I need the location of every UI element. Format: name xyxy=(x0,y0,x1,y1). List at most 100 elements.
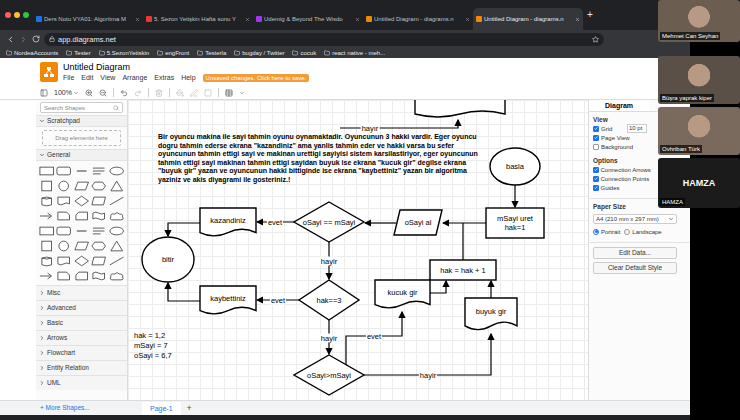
shape-section[interactable]: Advanced xyxy=(36,300,127,315)
hex-shape-icon[interactable] xyxy=(90,240,107,252)
connector[interactable] xyxy=(490,281,491,298)
bookmark[interactable]: bugday / Twitter xyxy=(234,49,284,57)
zoom-level[interactable]: 100% xyxy=(54,88,79,97)
circle-shape-icon[interactable] xyxy=(55,180,72,192)
process-shape[interactable] xyxy=(430,260,496,280)
shape-section[interactable]: Misc xyxy=(36,285,127,300)
cyl-shape-icon[interactable] xyxy=(38,195,55,207)
connector[interactable] xyxy=(430,281,446,293)
orientation-radio[interactable]: Landscape xyxy=(624,228,661,236)
delete-icon[interactable] xyxy=(155,89,163,97)
diamond-shape-icon[interactable] xyxy=(73,195,90,207)
search-shapes-field[interactable]: Search Shapes xyxy=(40,102,123,113)
ellipse-shape-icon[interactable] xyxy=(108,165,125,177)
checkbox[interactable] xyxy=(593,126,599,132)
shape-section[interactable]: Basic xyxy=(36,315,127,330)
close-tab-icon[interactable] xyxy=(575,17,580,22)
menu-item[interactable]: Extras xyxy=(154,73,174,82)
paper-size-select[interactable]: A4 (210 mm x 297 mm) xyxy=(593,214,677,224)
document-shape[interactable] xyxy=(465,298,517,330)
browser-tab[interactable]: Untitled Diagram - diagrams.n xyxy=(363,8,473,30)
variable-notes[interactable]: hak = 1,2mSayi = 7oSayi = 6,7 xyxy=(134,331,172,361)
connector[interactable] xyxy=(168,223,200,236)
cloud-shape-icon[interactable] xyxy=(108,270,125,282)
document-title[interactable]: Untitled Diagram xyxy=(63,62,309,73)
participant-tile[interactable]: Mehmet Can Seyhan xyxy=(658,0,740,42)
text-shape-icon[interactable] xyxy=(73,225,90,237)
para-shape-icon[interactable] xyxy=(73,240,90,252)
maximize-window-icon[interactable] xyxy=(23,12,29,18)
textbox-shape-icon[interactable] xyxy=(90,165,107,177)
redo-icon[interactable] xyxy=(134,89,142,97)
bookmark[interactable]: cocuk xyxy=(292,49,316,57)
bookmark[interactable]: 5.SezonYetiskin xyxy=(99,49,149,57)
browser-tab[interactable]: Udemig & Beyond The Wisdo xyxy=(253,8,363,30)
shape-section[interactable]: UML xyxy=(36,375,127,390)
browser-tab[interactable]: Untitled Diagram - diagrams.n xyxy=(473,8,583,30)
shadow-icon[interactable] xyxy=(204,89,212,97)
checkbox[interactable] xyxy=(593,135,599,141)
option-item[interactable]: Connection Points xyxy=(593,174,647,183)
participant-tile[interactable]: Ovhriban Türk xyxy=(658,107,740,155)
note-shape-icon[interactable] xyxy=(55,210,72,222)
document-shape[interactable] xyxy=(375,280,430,308)
close-tab-icon[interactable] xyxy=(245,17,250,22)
view-option[interactable]: Grid10 pt xyxy=(593,124,647,133)
arrow-shape-icon[interactable] xyxy=(38,210,55,222)
card-shape-icon[interactable] xyxy=(73,210,90,222)
url-field[interactable]: app.diagrams.net xyxy=(44,33,604,46)
checkbox[interactable] xyxy=(593,185,599,191)
arrow-shape-icon[interactable] xyxy=(38,270,55,282)
textbox-shape-icon[interactable] xyxy=(90,225,107,237)
menu-item[interactable]: Help xyxy=(181,73,195,82)
insert-dropdown-icon[interactable] xyxy=(239,90,245,96)
browser-tab[interactable]: 5. Sezon Yetişkin Hafta sonu Y xyxy=(143,8,253,30)
circle-shape-icon[interactable] xyxy=(55,240,72,252)
unsaved-changes-badge[interactable]: Unsaved changes. Click here to save. xyxy=(203,74,310,82)
process-shape[interactable] xyxy=(486,208,544,238)
connector[interactable] xyxy=(462,223,463,260)
page-tab[interactable]: Page-1 xyxy=(142,402,181,415)
connector[interactable] xyxy=(364,334,491,375)
view-option[interactable]: Page View xyxy=(593,133,647,142)
zoom-in-icon[interactable] xyxy=(85,89,93,97)
bookmark[interactable]: NordeaAccounts xyxy=(6,49,58,57)
checkbox[interactable] xyxy=(593,144,599,150)
shape-section[interactable]: Flowchart xyxy=(36,345,127,360)
checkbox[interactable] xyxy=(593,176,599,182)
decision-shape[interactable] xyxy=(299,280,359,320)
bookmark[interactable]: Tester xyxy=(66,49,90,57)
close-tab-icon[interactable] xyxy=(135,17,140,22)
insert-table-icon[interactable] xyxy=(225,89,233,97)
format-panel-toggle-icon[interactable] xyxy=(40,89,48,97)
grid-size-field[interactable]: 10 pt xyxy=(627,124,647,133)
panel-button[interactable]: Edit Data... xyxy=(593,247,677,259)
bookmark[interactable]: react native - meh... xyxy=(324,49,385,57)
connector[interactable] xyxy=(168,283,200,301)
tape-shape-icon[interactable] xyxy=(90,270,107,282)
cloud-shape-icon[interactable] xyxy=(108,210,125,222)
decision-shape[interactable] xyxy=(294,355,364,395)
back-icon[interactable] xyxy=(6,35,15,44)
shape-section[interactable]: Entity Relation xyxy=(36,360,127,375)
io-shape[interactable] xyxy=(394,210,442,235)
io-shape-icon[interactable] xyxy=(90,195,107,207)
close-tab-icon[interactable] xyxy=(465,17,470,22)
fill-color-icon[interactable] xyxy=(176,89,184,97)
card-shape-icon[interactable] xyxy=(73,270,90,282)
line-color-icon[interactable] xyxy=(190,89,198,97)
close-tab-icon[interactable] xyxy=(355,17,360,22)
view-option[interactable]: Background xyxy=(593,142,647,151)
connector[interactable] xyxy=(340,120,458,128)
round-shape-icon[interactable] xyxy=(55,165,72,177)
menu-item[interactable]: Arrange xyxy=(122,73,147,82)
participant-tile[interactable]: Büşra yaprak kiper xyxy=(658,56,740,104)
add-page-button[interactable]: + xyxy=(187,403,192,414)
diagram-canvas[interactable]: Bir oyuncu makina ile sayi tahmin oyunu … xyxy=(128,100,588,400)
reload-icon[interactable] xyxy=(32,35,40,43)
tape-shape-icon[interactable] xyxy=(90,210,107,222)
round-shape-icon[interactable] xyxy=(55,225,72,237)
orientation-radio[interactable]: Portrait xyxy=(593,228,620,236)
scratchpad-header[interactable]: Scratchpad xyxy=(36,115,127,127)
option-item[interactable]: Connection Arrows xyxy=(593,165,647,174)
